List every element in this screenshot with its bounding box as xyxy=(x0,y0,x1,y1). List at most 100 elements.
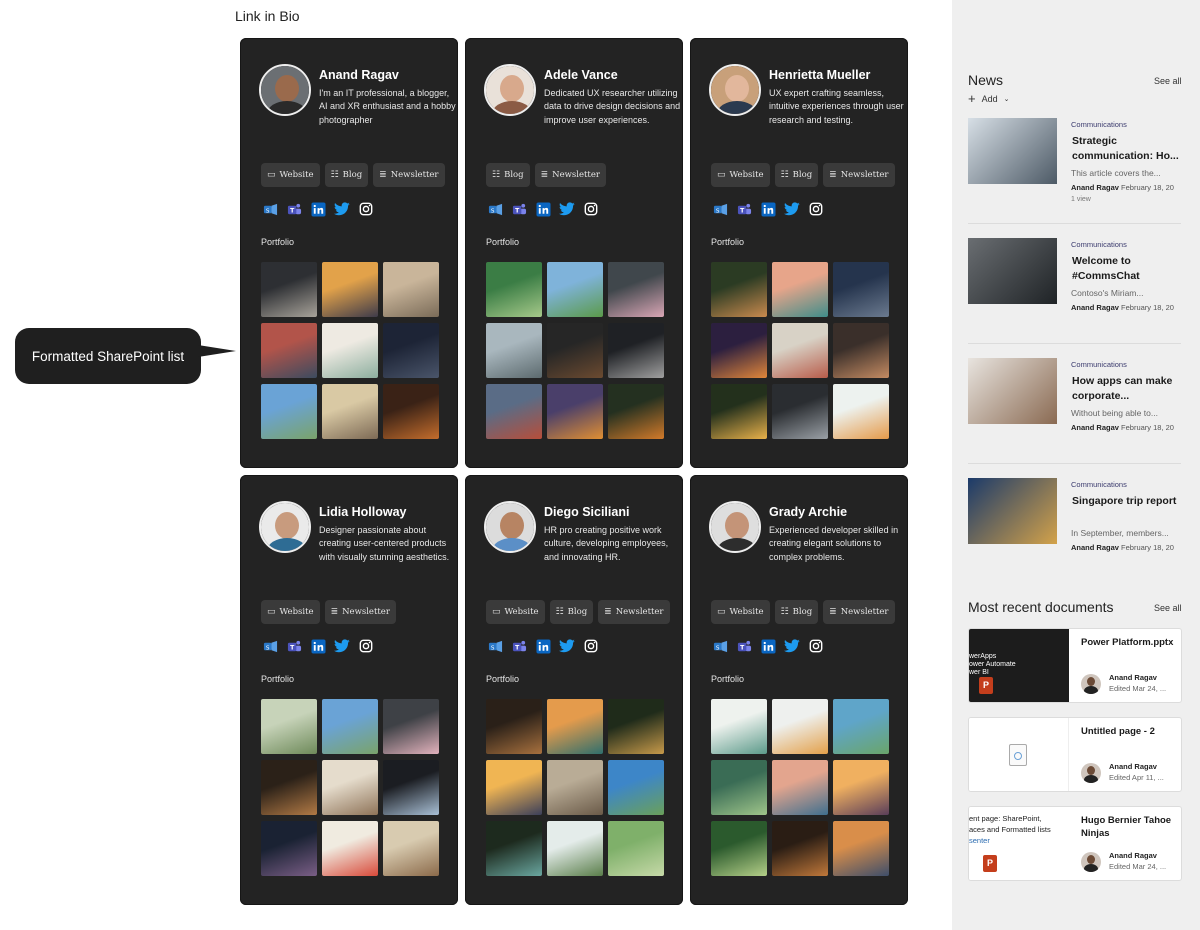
portfolio-image[interactable] xyxy=(772,384,828,439)
linkedin-icon[interactable] xyxy=(535,638,551,654)
newsletter-link-button[interactable]: ≣ Newsletter xyxy=(534,163,606,187)
instagram-icon[interactable] xyxy=(583,201,599,217)
teams-icon[interactable]: T xyxy=(286,201,302,217)
portfolio-image[interactable] xyxy=(772,699,828,754)
portfolio-image[interactable] xyxy=(833,384,889,439)
portfolio-image[interactable] xyxy=(608,323,664,378)
news-see-all-link[interactable]: See all xyxy=(1154,76,1182,86)
linkedin-icon[interactable] xyxy=(760,201,776,217)
portfolio-image[interactable] xyxy=(383,384,439,439)
blog-link-button[interactable]: ☷ Blog xyxy=(324,163,369,187)
portfolio-image[interactable] xyxy=(261,323,317,378)
teams-icon[interactable]: T xyxy=(286,638,302,654)
portfolio-image[interactable] xyxy=(547,821,603,876)
linkedin-icon[interactable] xyxy=(310,201,326,217)
news-item[interactable]: Communications Strategic communication: H… xyxy=(968,118,1182,224)
portfolio-image[interactable] xyxy=(711,262,767,317)
portfolio-image[interactable] xyxy=(608,760,664,815)
portfolio-image[interactable] xyxy=(486,384,542,439)
portfolio-image[interactable] xyxy=(772,262,828,317)
docs-see-all-link[interactable]: See all xyxy=(1154,603,1182,613)
portfolio-image[interactable] xyxy=(486,821,542,876)
linkedin-icon[interactable] xyxy=(535,201,551,217)
blog-link-button[interactable]: ☷ Blog xyxy=(774,600,819,624)
portfolio-image[interactable] xyxy=(383,323,439,378)
instagram-icon[interactable] xyxy=(583,638,599,654)
news-add-button[interactable]: + Add ⌄ xyxy=(968,92,1009,105)
instagram-icon[interactable] xyxy=(358,201,374,217)
twitter-icon[interactable] xyxy=(559,638,575,654)
portfolio-image[interactable] xyxy=(772,821,828,876)
portfolio-image[interactable] xyxy=(261,699,317,754)
sway-icon[interactable]: S xyxy=(262,638,278,654)
sway-icon[interactable]: S xyxy=(487,638,503,654)
portfolio-image[interactable] xyxy=(261,262,317,317)
portfolio-image[interactable] xyxy=(322,384,378,439)
portfolio-image[interactable] xyxy=(383,699,439,754)
portfolio-image[interactable] xyxy=(833,699,889,754)
portfolio-image[interactable] xyxy=(383,821,439,876)
sway-icon[interactable]: S xyxy=(262,201,278,217)
portfolio-image[interactable] xyxy=(711,384,767,439)
twitter-icon[interactable] xyxy=(784,638,800,654)
portfolio-image[interactable] xyxy=(486,262,542,317)
portfolio-image[interactable] xyxy=(711,760,767,815)
portfolio-image[interactable] xyxy=(772,760,828,815)
twitter-icon[interactable] xyxy=(334,638,350,654)
newsletter-link-button[interactable]: ≣ Newsletter xyxy=(823,163,895,187)
portfolio-image[interactable] xyxy=(486,323,542,378)
portfolio-image[interactable] xyxy=(486,760,542,815)
document-card[interactable]: Untitled page - 2 Anand Ragav Edited Apr 1… xyxy=(968,717,1182,792)
newsletter-link-button[interactable]: ≣ Newsletter xyxy=(324,600,396,624)
portfolio-image[interactable] xyxy=(322,699,378,754)
twitter-icon[interactable] xyxy=(334,201,350,217)
portfolio-image[interactable] xyxy=(261,760,317,815)
news-item[interactable]: Communications How apps can make corporat… xyxy=(968,358,1182,464)
portfolio-image[interactable] xyxy=(833,262,889,317)
portfolio-image[interactable] xyxy=(547,262,603,317)
portfolio-image[interactable] xyxy=(547,384,603,439)
portfolio-image[interactable] xyxy=(608,821,664,876)
portfolio-image[interactable] xyxy=(711,699,767,754)
blog-link-button[interactable]: ☷ Blog xyxy=(774,163,819,187)
website-link-button[interactable]: ▭ Website xyxy=(711,163,770,187)
website-link-button[interactable]: ▭ Website xyxy=(711,600,770,624)
portfolio-image[interactable] xyxy=(833,821,889,876)
portfolio-image[interactable] xyxy=(322,821,378,876)
portfolio-image[interactable] xyxy=(711,323,767,378)
newsletter-link-button[interactable]: ≣ Newsletter xyxy=(373,163,445,187)
newsletter-link-button[interactable]: ≣ Newsletter xyxy=(598,600,670,624)
website-link-button[interactable]: ▭ Website xyxy=(486,600,545,624)
portfolio-image[interactable] xyxy=(322,323,378,378)
portfolio-image[interactable] xyxy=(833,323,889,378)
portfolio-image[interactable] xyxy=(772,323,828,378)
linkedin-icon[interactable] xyxy=(310,638,326,654)
document-card[interactable]: ent page: SharePoint, aces and Formatted … xyxy=(968,806,1182,881)
portfolio-image[interactable] xyxy=(322,262,378,317)
teams-icon[interactable]: T xyxy=(511,638,527,654)
news-item[interactable]: Communications Singapore trip report In Se… xyxy=(968,478,1182,584)
portfolio-image[interactable] xyxy=(547,699,603,754)
portfolio-image[interactable] xyxy=(711,821,767,876)
portfolio-image[interactable] xyxy=(261,821,317,876)
linkedin-icon[interactable] xyxy=(760,638,776,654)
portfolio-image[interactable] xyxy=(608,262,664,317)
sway-icon[interactable]: S xyxy=(487,201,503,217)
instagram-icon[interactable] xyxy=(808,201,824,217)
blog-link-button[interactable]: ☷ Blog xyxy=(486,163,530,187)
portfolio-image[interactable] xyxy=(383,760,439,815)
website-link-button[interactable]: ▭ Website xyxy=(261,163,320,187)
news-item[interactable]: Communications Welcome to #CommsChat Conto… xyxy=(968,238,1182,344)
newsletter-link-button[interactable]: ≣ Newsletter xyxy=(823,600,895,624)
portfolio-image[interactable] xyxy=(322,760,378,815)
website-link-button[interactable]: ▭ Website xyxy=(261,600,320,624)
portfolio-image[interactable] xyxy=(833,760,889,815)
portfolio-image[interactable] xyxy=(486,699,542,754)
teams-icon[interactable]: T xyxy=(736,638,752,654)
blog-link-button[interactable]: ☷ Blog xyxy=(549,600,594,624)
teams-icon[interactable]: T xyxy=(511,201,527,217)
sway-icon[interactable]: S xyxy=(712,638,728,654)
sway-icon[interactable]: S xyxy=(712,201,728,217)
portfolio-image[interactable] xyxy=(547,760,603,815)
twitter-icon[interactable] xyxy=(559,201,575,217)
